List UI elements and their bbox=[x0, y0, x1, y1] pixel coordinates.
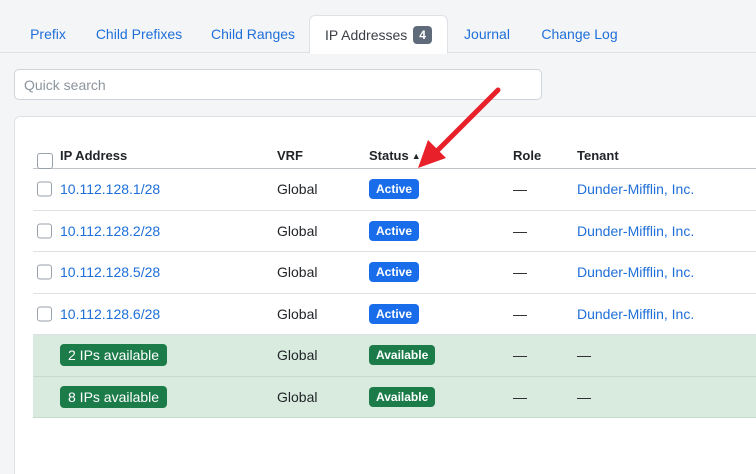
role-value: — bbox=[513, 222, 527, 239]
role-value: — bbox=[513, 264, 527, 281]
tab-label: Journal bbox=[464, 26, 510, 42]
row-checkbox[interactable] bbox=[37, 264, 52, 280]
table-row: 10.112.128.2/28 Global Active — Dunder-M… bbox=[33, 211, 756, 252]
sort-ascending-icon: ▲ bbox=[411, 151, 421, 161]
vrf-value: Global bbox=[277, 222, 318, 239]
ip-addresses-table: IP Address VRF Status ▲ Role Tenant 10.11… bbox=[33, 143, 756, 418]
available-range-row: 8 IPs available Global Available — — bbox=[33, 376, 756, 418]
role-value: — bbox=[513, 305, 527, 322]
status-badge: Available bbox=[369, 345, 436, 366]
tab-label: Child Prefixes bbox=[95, 26, 183, 42]
tenant-link[interactable]: Dunder-Mifflin, Inc. bbox=[577, 181, 694, 197]
status-badge: Active bbox=[369, 179, 420, 200]
status-badge: Active bbox=[369, 303, 420, 324]
select-all-checkbox[interactable] bbox=[37, 153, 53, 169]
tenant-link[interactable]: Dunder-Mifflin, Inc. bbox=[577, 264, 694, 280]
status-cell: Available bbox=[369, 345, 436, 366]
quick-search-input[interactable] bbox=[14, 69, 542, 100]
tab-label: Prefix bbox=[30, 26, 66, 42]
status-badge: Available bbox=[369, 386, 436, 407]
tenant-value: — bbox=[577, 388, 591, 405]
tab-child-ranges[interactable]: Child Ranges bbox=[200, 15, 306, 53]
column-header-vrf[interactable]: VRF bbox=[277, 148, 303, 163]
ip-address-link[interactable]: 10.112.128.1/28 bbox=[60, 181, 160, 197]
row-checkbox[interactable] bbox=[37, 306, 52, 322]
ip-address-link[interactable]: 10.112.128.6/28 bbox=[60, 306, 160, 322]
column-header-status[interactable]: Status ▲ bbox=[369, 148, 421, 163]
status-cell: Available bbox=[369, 386, 436, 407]
status-cell: Active bbox=[369, 179, 420, 200]
tab-label: IP Addresses bbox=[325, 26, 408, 43]
tab-journal[interactable]: Journal bbox=[455, 15, 519, 53]
tenant-link[interactable]: Dunder-Mifflin, Inc. bbox=[577, 306, 694, 322]
vrf-value: Global bbox=[277, 347, 318, 364]
role-value: — bbox=[513, 388, 527, 405]
ip-address-link[interactable]: 10.112.128.2/28 bbox=[60, 223, 160, 239]
status-cell: Active bbox=[369, 220, 420, 241]
row-checkbox[interactable] bbox=[37, 223, 52, 239]
tenant-link[interactable]: Dunder-Mifflin, Inc. bbox=[577, 223, 694, 239]
ip-addresses-card: IP Address VRF Status ▲ Role Tenant 10.11… bbox=[14, 116, 756, 474]
vrf-value: Global bbox=[277, 305, 318, 322]
status-badge: Active bbox=[369, 220, 420, 241]
status-cell: Active bbox=[369, 262, 420, 283]
tab-bar: Prefix Child Prefixes Child Ranges IP Ad… bbox=[0, 0, 756, 54]
tab-label: Change Log bbox=[541, 26, 618, 42]
vrf-value: Global bbox=[277, 388, 318, 405]
column-header-label: Status bbox=[369, 148, 409, 163]
tab-prefix[interactable]: Prefix bbox=[17, 15, 79, 53]
column-header-role[interactable]: Role bbox=[513, 148, 541, 163]
tab-child-prefixes[interactable]: Child Prefixes bbox=[86, 15, 192, 53]
tab-label: Child Ranges bbox=[210, 26, 296, 42]
status-cell: Active bbox=[369, 303, 420, 324]
available-ips-button[interactable]: 2 IPs available bbox=[60, 344, 168, 367]
tab-count-badge: 4 bbox=[413, 25, 432, 44]
available-ips-button[interactable]: 8 IPs available bbox=[60, 385, 168, 408]
role-value: — bbox=[513, 347, 527, 364]
available-range-row: 2 IPs available Global Available — — bbox=[33, 335, 756, 377]
table-header: IP Address VRF Status ▲ Role Tenant bbox=[33, 143, 756, 169]
tab-change-log[interactable]: Change Log bbox=[530, 15, 629, 53]
vrf-value: Global bbox=[277, 264, 318, 281]
table-row: 10.112.128.1/28 Global Active — Dunder-M… bbox=[33, 169, 756, 211]
vrf-value: Global bbox=[277, 181, 318, 198]
status-badge: Active bbox=[369, 262, 420, 283]
table-row: 10.112.128.5/28 Global Active — Dunder-M… bbox=[33, 252, 756, 294]
column-header-ip-address[interactable]: IP Address bbox=[60, 148, 127, 163]
row-checkbox[interactable] bbox=[37, 181, 52, 197]
table-row: 10.112.128.6/28 Global Active — Dunder-M… bbox=[33, 294, 756, 335]
ip-address-link[interactable]: 10.112.128.5/28 bbox=[60, 264, 160, 280]
role-value: — bbox=[513, 181, 527, 198]
column-header-tenant[interactable]: Tenant bbox=[577, 148, 619, 163]
tenant-value: — bbox=[577, 347, 591, 364]
tab-ip-addresses[interactable]: IP Addresses 4 bbox=[309, 15, 448, 54]
